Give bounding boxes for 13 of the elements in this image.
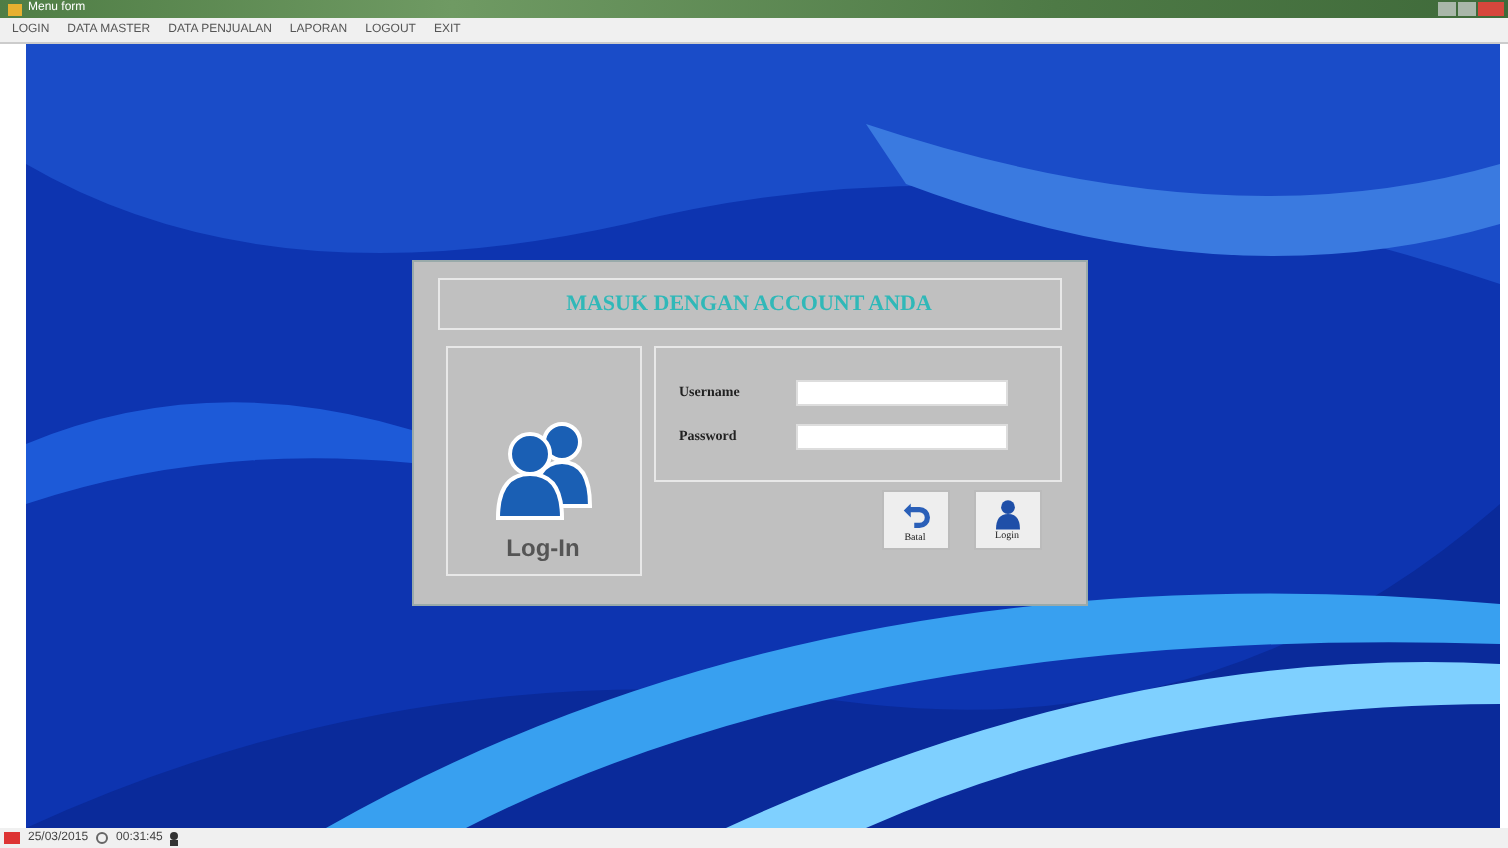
calendar-icon [4,832,20,844]
person-icon [170,831,179,845]
input-field[interactable] [795,379,1007,405]
clock-icon [96,832,109,844]
minimize-button[interactable] [1438,2,1456,16]
close-button[interactable] [1478,2,1504,16]
user-icon [995,498,1019,530]
maximize-button[interactable] [1458,2,1476,16]
logo-caption: Log-In [506,534,580,562]
users-icon [491,418,595,522]
input-field[interactable] [795,423,1007,449]
dialog-heading: MASUK DENGAN ACCOUNT ANDA [437,278,1061,330]
app-icon [8,3,22,15]
